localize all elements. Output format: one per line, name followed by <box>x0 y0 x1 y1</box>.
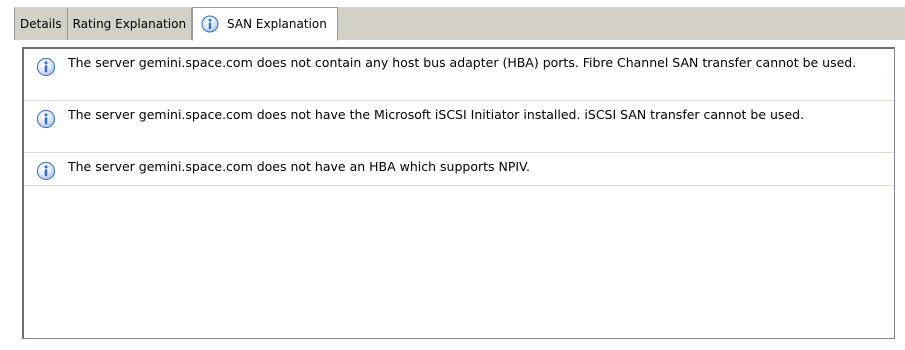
san-explanation-window: Details Rating Explanation SAN Explanati… <box>0 0 905 350</box>
info-icon <box>201 15 219 33</box>
tab-strip: Details Rating Explanation SAN Explanati… <box>0 0 905 41</box>
tab-rating-explanation[interactable]: Rating Explanation <box>67 8 193 40</box>
tab-details[interactable]: Details <box>14 8 68 40</box>
info-icon <box>36 161 56 181</box>
message-text: The server gemini.space.com does not hav… <box>68 107 805 122</box>
list-item[interactable]: The server gemini.space.com does not hav… <box>24 101 894 153</box>
message-text: The server gemini.space.com does not hav… <box>68 159 530 174</box>
san-explanation-panel: The server gemini.space.com does not con… <box>22 47 895 339</box>
tab-rating-explanation-label: Rating Explanation <box>72 17 187 31</box>
tab-san-explanation[interactable]: SAN Explanation <box>192 7 338 41</box>
tab-details-label: Details <box>20 17 62 31</box>
message-list: The server gemini.space.com does not con… <box>24 49 894 186</box>
list-item[interactable]: The server gemini.space.com does not hav… <box>24 153 894 186</box>
tab-san-explanation-label: SAN Explanation <box>227 17 327 31</box>
message-text: The server gemini.space.com does not con… <box>68 55 857 70</box>
list-item[interactable]: The server gemini.space.com does not con… <box>24 49 894 101</box>
info-icon <box>36 109 56 129</box>
tab-list: Details Rating Explanation SAN Explanati… <box>14 7 338 41</box>
info-icon <box>36 57 56 77</box>
